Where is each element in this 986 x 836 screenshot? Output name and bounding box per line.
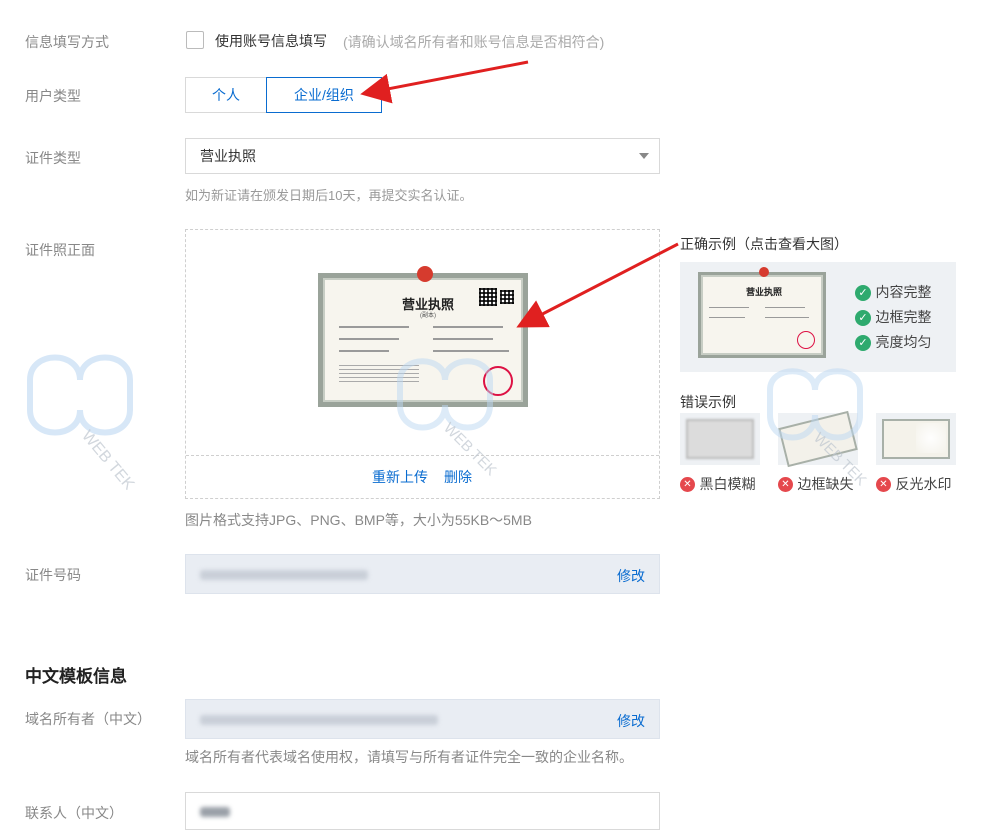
national-emblem-icon [417, 266, 433, 282]
error-x-icon: ✕ [778, 477, 793, 493]
cert-type-select[interactable]: 营业执照 [185, 138, 660, 174]
user-type-label: 用户类型 [25, 88, 81, 104]
redacted-value [200, 715, 438, 725]
wrong-example-title: 错误示例 [680, 394, 736, 410]
delete-link[interactable]: 删除 [444, 467, 472, 487]
contact-input[interactable] [185, 792, 660, 830]
user-type-enterprise[interactable]: 企业/组织 [266, 77, 382, 113]
license-preview-image: 营业执照 (副本) [318, 266, 528, 407]
cert-number-field: 修改 [185, 554, 660, 594]
watermark-logo: WEB TEK [27, 354, 138, 490]
chevron-down-icon [639, 153, 649, 159]
license-subtitle: (副本) [420, 313, 436, 319]
use-account-checkbox-label[interactable]: 使用账号信息填写 [215, 31, 327, 51]
redacted-value [200, 570, 368, 580]
correct-example-title[interactable]: 正确示例（点击查看大图） [680, 234, 848, 254]
reupload-link[interactable]: 重新上传 [372, 467, 428, 487]
error-x-icon: ✕ [876, 477, 891, 493]
qr-code-icon [479, 288, 497, 306]
correct-item-3: ✓ 亮度均匀 [855, 332, 931, 352]
user-type-individual[interactable]: 个人 [185, 77, 267, 113]
wrong-item-3: ✕ 反光水印 [876, 474, 951, 494]
wrong-item-1: ✕ 黑白模糊 [680, 474, 755, 494]
cert-front-label: 证件照正面 [25, 242, 95, 258]
qr-code-icon [500, 290, 514, 304]
template-section-title: 中文模板信息 [25, 667, 127, 686]
wrong-item-2: ✕ 边框缺失 [778, 474, 853, 494]
use-account-hint: (请确认域名所有者和账号信息是否相符合) [343, 34, 605, 50]
use-account-checkbox[interactable] [186, 31, 204, 49]
fill-method-label: 信息填写方式 [25, 34, 109, 50]
wrong-example-image-2[interactable] [778, 410, 858, 468]
watermark-text: WEB TEK [78, 428, 137, 490]
cert-type-value: 营业执照 [200, 148, 256, 164]
cert-type-hint: 如为新证请在颁发日期后10天，再提交实名认证。 [185, 188, 473, 203]
correct-item-2: ✓ 边框完整 [855, 307, 931, 327]
cert-number-label: 证件号码 [25, 567, 81, 583]
correct-example-image[interactable]: 营业执照 ✓ 内容完整 ✓ 边框完整 ✓ 亮度均匀 [680, 262, 956, 372]
redacted-value [200, 807, 230, 817]
arrow-to-enterprise [360, 60, 529, 104]
check-circle-icon: ✓ [855, 284, 871, 301]
company-seal-icon [483, 366, 513, 396]
check-circle-icon: ✓ [855, 334, 871, 351]
owner-label: 域名所有者（中文） [25, 711, 151, 727]
wrong-example-image-1[interactable] [680, 413, 760, 465]
check-circle-icon: ✓ [855, 309, 871, 326]
contact-label: 联系人（中文） [25, 805, 123, 821]
correct-item-1: ✓ 内容完整 [855, 282, 931, 302]
image-format-hint: 图片格式支持JPG、PNG、BMP等，大小为55KB～5MB [185, 512, 532, 528]
cert-number-edit-link[interactable]: 修改 [617, 566, 645, 586]
cert-upload-area[interactable]: 营业执照 (副本) 重新上传 删除 [185, 229, 660, 499]
owner-field: 修改 [185, 699, 660, 739]
cert-type-label: 证件类型 [25, 150, 81, 166]
owner-hint: 域名所有者代表域名使用权，请填写与所有者证件完全一致的企业名称。 [185, 749, 633, 765]
error-x-icon: ✕ [680, 477, 695, 493]
wrong-example-image-3[interactable] [876, 413, 956, 465]
owner-edit-link[interactable]: 修改 [617, 711, 645, 731]
